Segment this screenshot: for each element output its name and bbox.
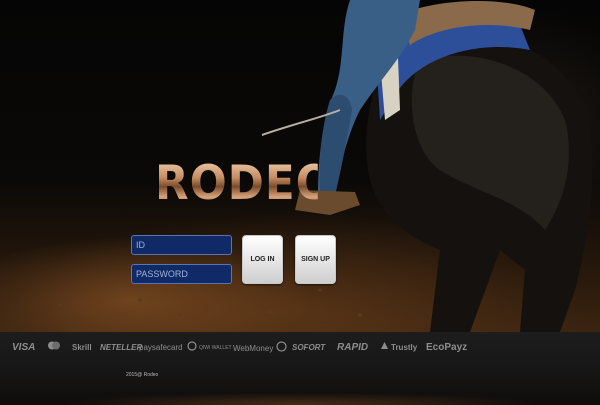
copyright-text: 2015@ Rodeo [126, 372, 159, 378]
footer-dust-decoration [0, 388, 600, 405]
visa-logo: VISA [12, 342, 36, 353]
sofort-logo: SOFORT [292, 343, 326, 352]
trustly-icon [380, 341, 389, 355]
qiwi-logo: QIWI WALLET [187, 341, 232, 355]
mastercard-icon [47, 341, 61, 355]
login-button[interactable]: LOG IN [242, 235, 283, 284]
password-input[interactable] [131, 264, 232, 284]
webmoney-icon [275, 341, 287, 357]
neteller-logo: NETELLER [100, 343, 143, 352]
signup-button-label: SIGN UP [301, 256, 330, 263]
id-input[interactable] [131, 235, 232, 255]
payment-methods-row: VISA Skrill NETELLER paysafecard QIWI WA… [0, 341, 600, 355]
signup-button[interactable]: SIGN UP [295, 235, 336, 284]
qiwi-icon [187, 341, 197, 354]
ecopayz-logo: EcoPayz [426, 342, 468, 353]
hero-background: RODEO LOG IN SIGN UP [0, 0, 600, 332]
mastercard-logo [47, 341, 63, 355]
trustly-logo: Trustly [380, 341, 417, 355]
skrill-logo: Skrill [72, 343, 92, 352]
rodeo-logo: RODEO [155, 156, 334, 211]
webmoney-logo: WebMoney [233, 341, 289, 355]
login-button-label: LOG IN [250, 256, 275, 263]
paysafecard-logo: paysafecard [139, 343, 183, 352]
rapid-logo: RAPID [337, 342, 369, 353]
